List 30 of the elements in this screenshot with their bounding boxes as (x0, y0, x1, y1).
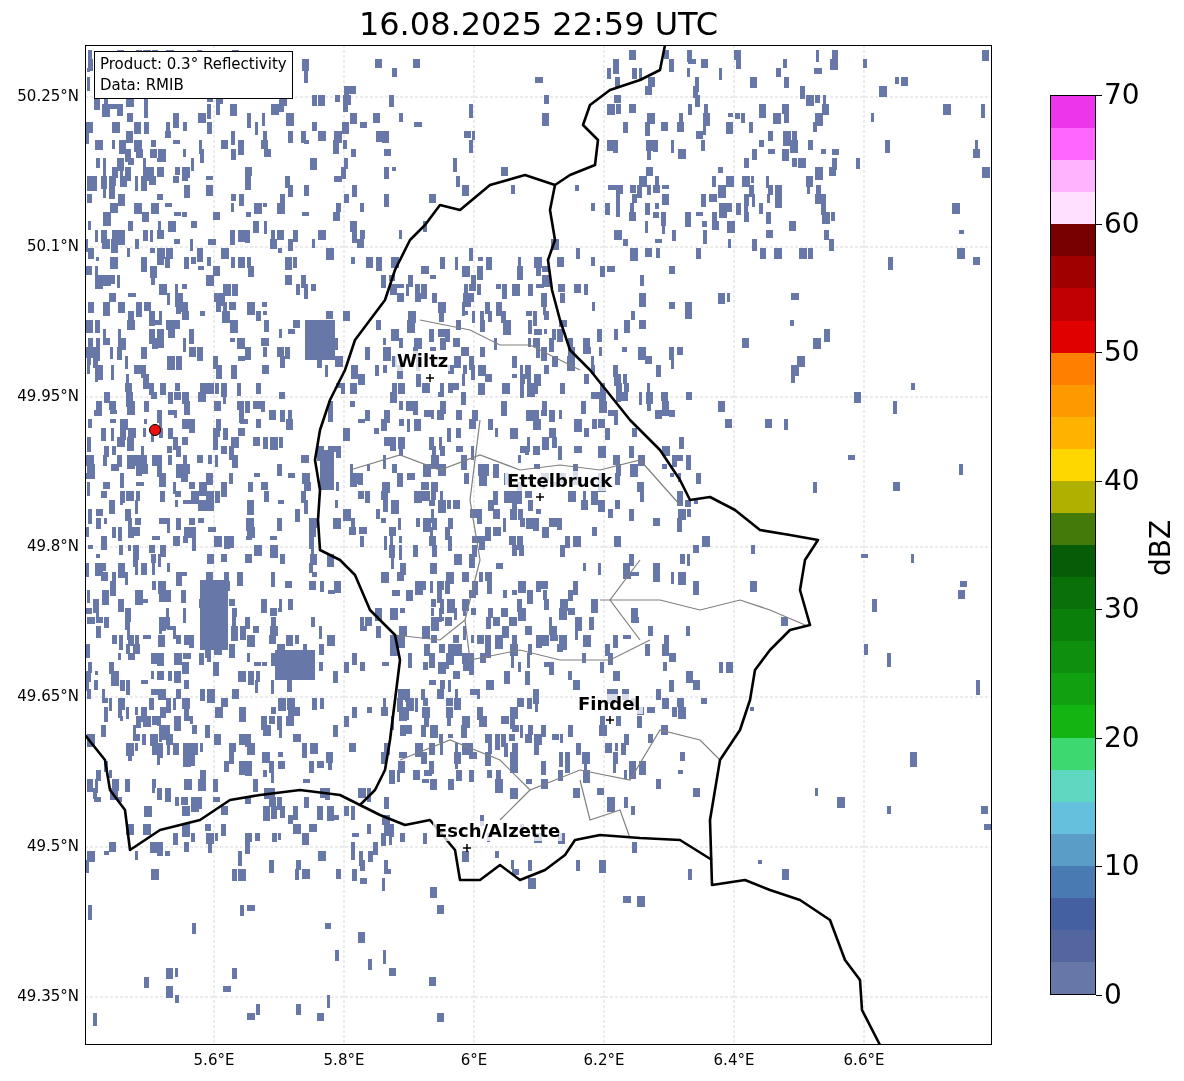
info-text: Data: RMIB (100, 75, 185, 96)
info-text: Product: 0.3° Reflectivity (100, 54, 287, 75)
city-label: Ettelbruck (505, 471, 615, 491)
axis-tick-label: 49.35°N (16, 989, 79, 1004)
colorbar-tick-label: 30 (1104, 595, 1140, 624)
colorbar-label: dBZ (1147, 519, 1176, 577)
axis-tick-label: 5.6°E (192, 1053, 236, 1068)
axis-tick-label: 6.2°E (582, 1053, 626, 1068)
colorbar-tick-label: 10 (1104, 852, 1140, 881)
axis-tick-label: 6.4°E (712, 1053, 756, 1068)
axis-tick-label: 49.95°N (16, 389, 79, 404)
axis-tick-label: 50.25°N (16, 89, 79, 104)
axis-tick-label: 49.65°N (16, 689, 79, 704)
colorbar-tick-label: 20 (1104, 723, 1140, 752)
chart-title: 16.08.2025 22:59 UTC (357, 8, 720, 40)
colorbar-tick-label: 70 (1104, 81, 1140, 109)
colorbar-tick-label: 0 (1104, 981, 1122, 1009)
city-label: Wiltz (395, 351, 451, 371)
tick-mark (1096, 995, 1102, 996)
axis-tick-label: 6.6°E (842, 1053, 886, 1068)
axis-tick-label: 49.8°N (25, 539, 79, 554)
colorbar-tick-label: 40 (1104, 466, 1140, 495)
city-label: Findel (576, 694, 643, 714)
colorbar-tick-label: 60 (1104, 209, 1140, 238)
axis-tick-label: 5.8°E (322, 1053, 366, 1068)
axis-tick-label: 50.1°N (25, 239, 79, 254)
colorbar-tick-label: 50 (1104, 338, 1140, 367)
axis-tick-label: 49.5°N (25, 839, 79, 854)
city-label: Esch/Alzette (433, 821, 563, 841)
axis-tick-label: 6°E (459, 1053, 489, 1068)
